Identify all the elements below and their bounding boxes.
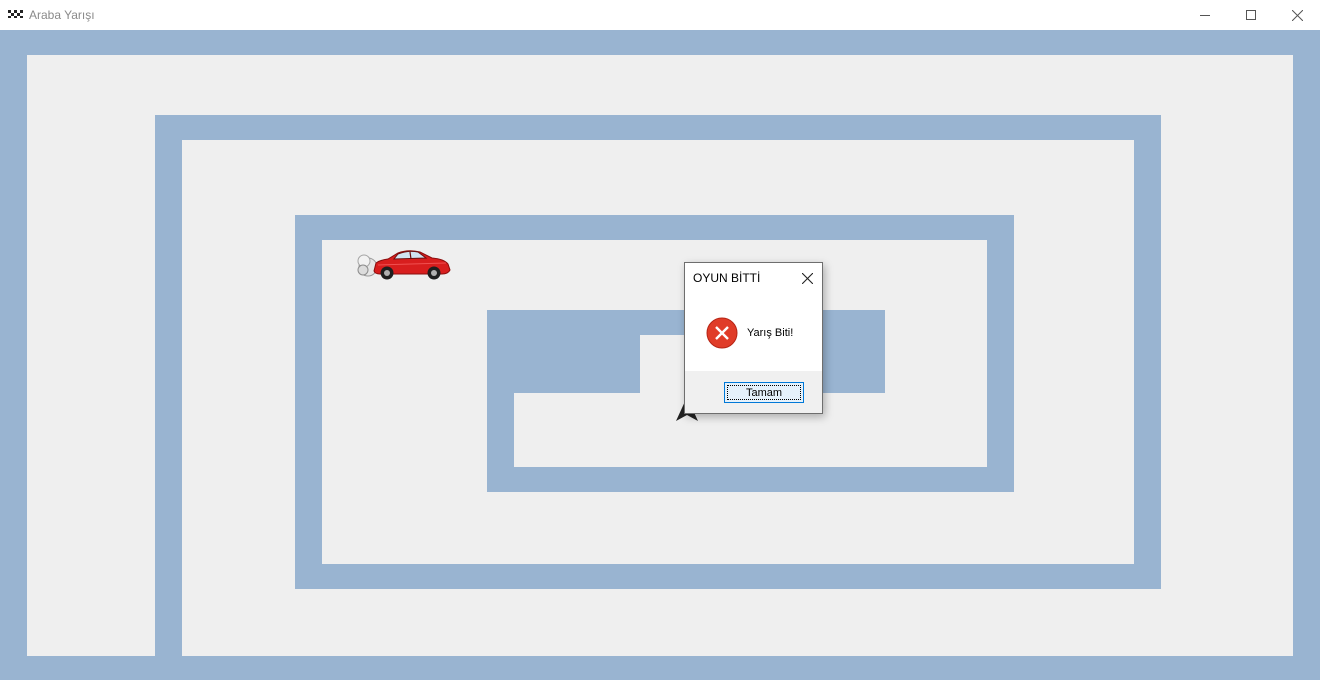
maze-wall bbox=[487, 467, 1014, 492]
window-title-bar: Araba Yarışı bbox=[0, 0, 1320, 30]
maze-wall bbox=[487, 310, 514, 492]
ok-button[interactable]: Tamam bbox=[724, 382, 804, 403]
close-icon bbox=[801, 272, 813, 284]
maximize-icon bbox=[1246, 10, 1256, 20]
dialog-title: OYUN BİTTİ bbox=[693, 271, 761, 285]
window-title: Araba Yarışı bbox=[29, 8, 95, 22]
minimize-button[interactable] bbox=[1182, 0, 1228, 30]
maze-wall bbox=[155, 115, 1161, 140]
dialog-close-button[interactable] bbox=[797, 269, 817, 287]
close-window-button[interactable] bbox=[1274, 0, 1320, 30]
maximize-button[interactable] bbox=[1228, 0, 1274, 30]
maze-wall bbox=[0, 656, 1320, 680]
ok-button-label: Tamam bbox=[745, 386, 783, 399]
error-icon bbox=[706, 317, 738, 349]
maze-wall bbox=[820, 310, 885, 393]
dialog-button-bar: Tamam bbox=[685, 371, 822, 413]
maze-wall bbox=[0, 30, 1320, 55]
red-sports-car bbox=[357, 250, 451, 280]
maze-wall bbox=[295, 215, 1014, 240]
game-canvas bbox=[0, 30, 1320, 680]
minimize-icon bbox=[1200, 15, 1210, 16]
maze-wall bbox=[1293, 30, 1320, 680]
close-icon bbox=[1291, 9, 1303, 21]
maze-wall bbox=[1134, 115, 1161, 589]
maze-wall bbox=[295, 564, 1161, 589]
maze-wall bbox=[295, 215, 322, 589]
game-over-dialog: OYUN BİTTİ Yarış Biti! Tamam bbox=[684, 262, 823, 414]
maze-wall bbox=[987, 215, 1014, 492]
maze-wall bbox=[155, 115, 182, 656]
checkered-race-flag-icon bbox=[8, 10, 23, 18]
maze-wall bbox=[0, 30, 27, 680]
dialog-message: Yarış Biti! bbox=[747, 327, 794, 339]
